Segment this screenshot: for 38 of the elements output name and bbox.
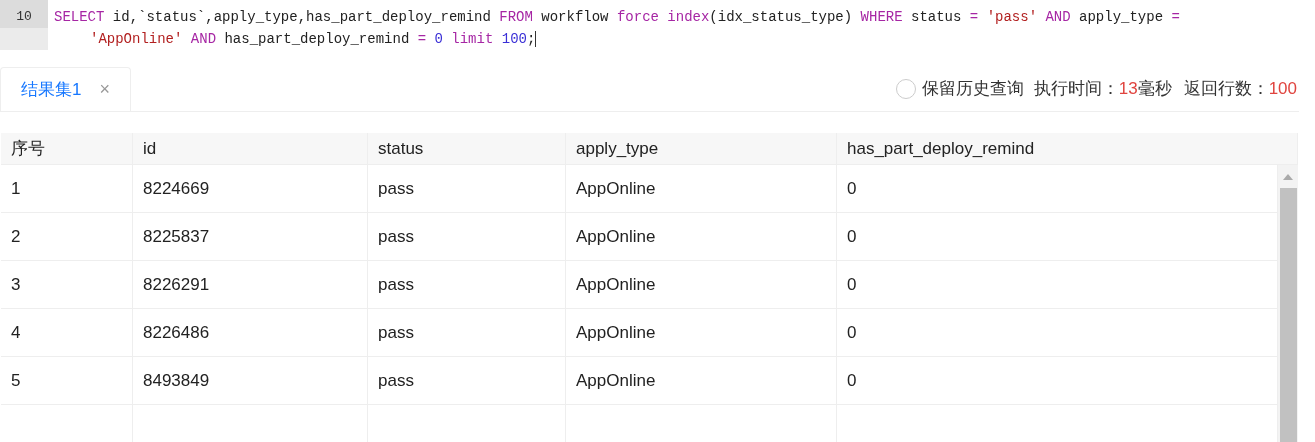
table-cell: AppOnline xyxy=(566,261,837,308)
table-cell: 1 xyxy=(1,165,133,212)
table-cell: AppOnline xyxy=(566,357,837,404)
scrollbar[interactable] xyxy=(1278,165,1298,442)
table-cell: pass xyxy=(368,309,566,356)
scroll-up-icon[interactable] xyxy=(1283,174,1293,180)
table-cell: 8226291 xyxy=(133,261,368,308)
execution-time-unit: 毫秒 xyxy=(1137,78,1172,101)
table-cell: 8224669 xyxy=(133,165,368,212)
table-cell: 5 xyxy=(1,357,133,404)
keep-history-label: 保留历史查询 xyxy=(921,78,1024,101)
table-cell: 3 xyxy=(1,261,133,308)
table-cell: pass xyxy=(368,357,566,404)
table-cell: 8225837 xyxy=(133,213,368,260)
table-cell: AppOnline xyxy=(566,213,837,260)
execution-time-value: 13 xyxy=(1118,78,1138,101)
column-header[interactable]: id xyxy=(133,133,368,164)
execution-time-label: 执行时间： xyxy=(1033,78,1119,101)
row-count-value: 100 xyxy=(1268,78,1297,101)
column-header[interactable]: 序号 xyxy=(1,133,133,164)
table-cell: 2 xyxy=(1,213,133,260)
row-count-label: 返回行数： xyxy=(1183,78,1269,101)
line-number: 10 xyxy=(16,8,32,27)
code-line: SELECT id,`status`,apply_type,has_part_deploy_remind FROM workflow force index(idx_status_type) WHERE status = 'pass' AND apply_type = xyxy=(54,8,1180,27)
table-cell: 8493849 xyxy=(133,357,368,404)
table-cell: pass xyxy=(368,213,566,260)
column-header[interactable]: status xyxy=(368,133,566,164)
result-tab[interactable]: 结果集1 × xyxy=(0,67,131,111)
table-cell: AppOnline xyxy=(566,165,837,212)
table-cell: 4 xyxy=(1,309,133,356)
column-header[interactable]: apply_type xyxy=(566,133,837,164)
table-cell: pass xyxy=(368,165,566,212)
column-header[interactable]: has_part_deploy_remind xyxy=(837,133,1298,164)
table-cell: AppOnline xyxy=(566,309,837,356)
table-cell: 8226486 xyxy=(133,309,368,356)
code-line: 'AppOnline' AND has_part_deploy_remind = 0 limit 100; xyxy=(89,30,538,50)
table-cell: pass xyxy=(368,261,566,308)
scrollbar-thumb[interactable] xyxy=(1279,188,1297,442)
